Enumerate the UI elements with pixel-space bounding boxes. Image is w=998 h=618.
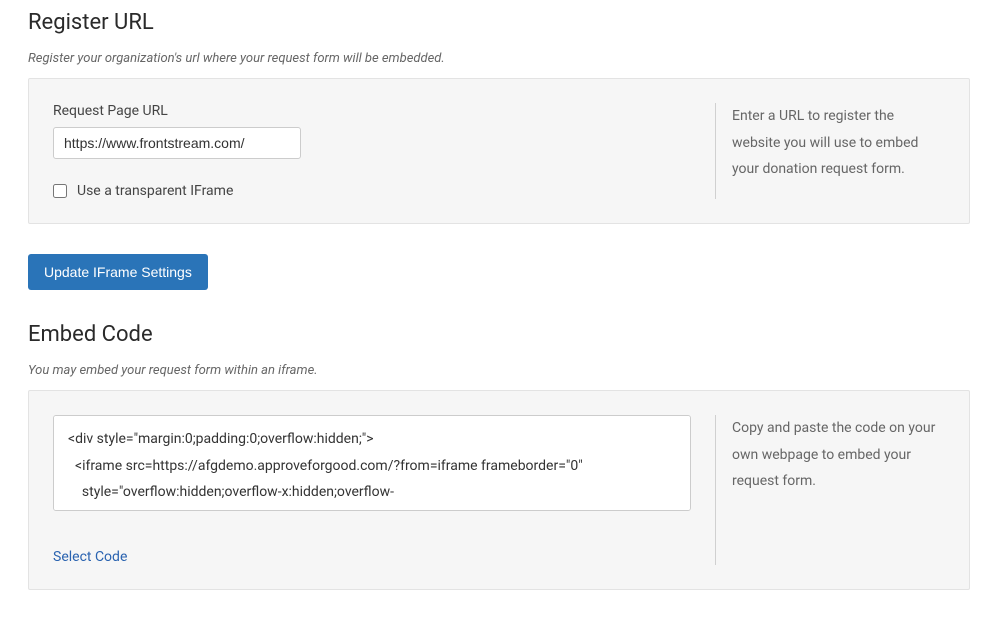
update-iframe-settings-button[interactable]: Update IFrame Settings [28, 254, 208, 290]
register-url-heading: Register URL [28, 10, 970, 35]
embed-code-heading: Embed Code [28, 322, 970, 347]
transparent-iframe-checkbox[interactable] [53, 184, 67, 198]
request-page-url-label: Request Page URL [53, 103, 691, 119]
embed-code-textarea[interactable] [53, 415, 691, 511]
register-url-help: Enter a URL to register the website you … [715, 103, 945, 199]
embed-code-help: Copy and paste the code on your own webp… [715, 415, 945, 565]
register-url-panel: Request Page URL Use a transparent IFram… [28, 78, 970, 224]
embed-code-panel: Select Code Copy and paste the code on y… [28, 390, 970, 590]
select-code-link[interactable]: Select Code [53, 549, 127, 565]
embed-code-subtitle: You may embed your request form within a… [28, 363, 970, 378]
request-page-url-input[interactable] [53, 127, 301, 159]
transparent-iframe-label: Use a transparent IFrame [77, 183, 233, 199]
register-url-subtitle: Register your organization's url where y… [28, 51, 970, 66]
